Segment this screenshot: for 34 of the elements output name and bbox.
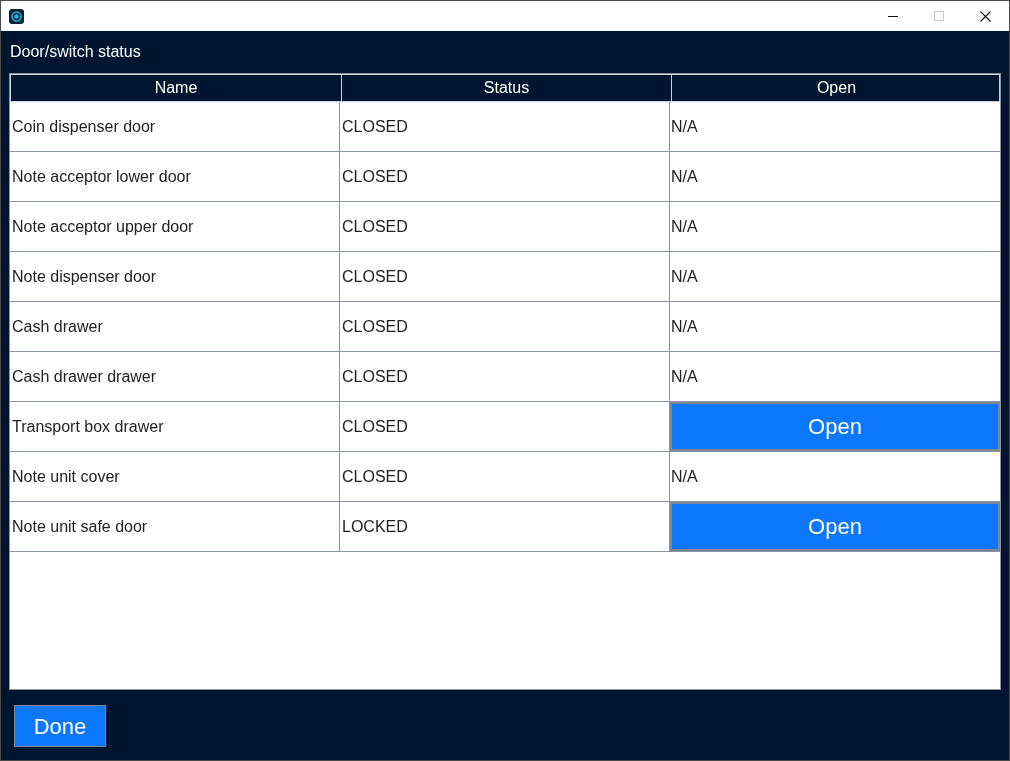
table-cell: Note acceptor lower door: [10, 152, 340, 201]
table-cell: Cash drawer drawer: [10, 352, 340, 401]
app-icon: [9, 8, 24, 24]
table-cell: CLOSED: [340, 252, 670, 301]
table-cell: CLOSED: [340, 102, 670, 151]
table-cell: Coin dispenser door: [10, 102, 340, 151]
minimize-icon: [888, 15, 898, 17]
table-cell: Note unit safe door: [10, 502, 340, 551]
column-header: Status: [341, 75, 671, 101]
open-button[interactable]: Open: [670, 402, 1000, 451]
table-cell-text: N/A: [670, 166, 699, 187]
table-cell-text: N/A: [670, 366, 699, 387]
table-cell-text: N/A: [670, 216, 699, 237]
table-cell: Note unit cover: [10, 452, 340, 501]
column-header: Name: [153, 78, 199, 98]
table-cell: Note dispenser door: [10, 252, 340, 301]
table-cell: CLOSED: [340, 152, 670, 201]
table-cell: CLOSED: [340, 452, 670, 501]
table-cell: CLOSED: [340, 302, 670, 351]
table-cell-text: N/A: [670, 266, 699, 287]
page-heading: Door/switch status: [10, 42, 141, 62]
close-icon: [979, 10, 991, 22]
done-button[interactable]: Done: [14, 705, 106, 747]
table-cell-text: N/A: [670, 116, 699, 137]
table-cell: CLOSED: [340, 352, 670, 401]
table-cell-text: N/A: [670, 466, 699, 487]
table-cell: CLOSED: [340, 202, 670, 251]
open-button[interactable]: Open: [670, 502, 1000, 551]
table-cell-text: N/A: [670, 316, 699, 337]
table-cell: Note acceptor upper door: [10, 202, 340, 251]
maximize-icon: [934, 11, 944, 21]
table-cell: Transport box drawer: [10, 402, 340, 451]
column-header: Open: [671, 75, 1001, 101]
table-cell: Cash drawer: [10, 302, 340, 351]
